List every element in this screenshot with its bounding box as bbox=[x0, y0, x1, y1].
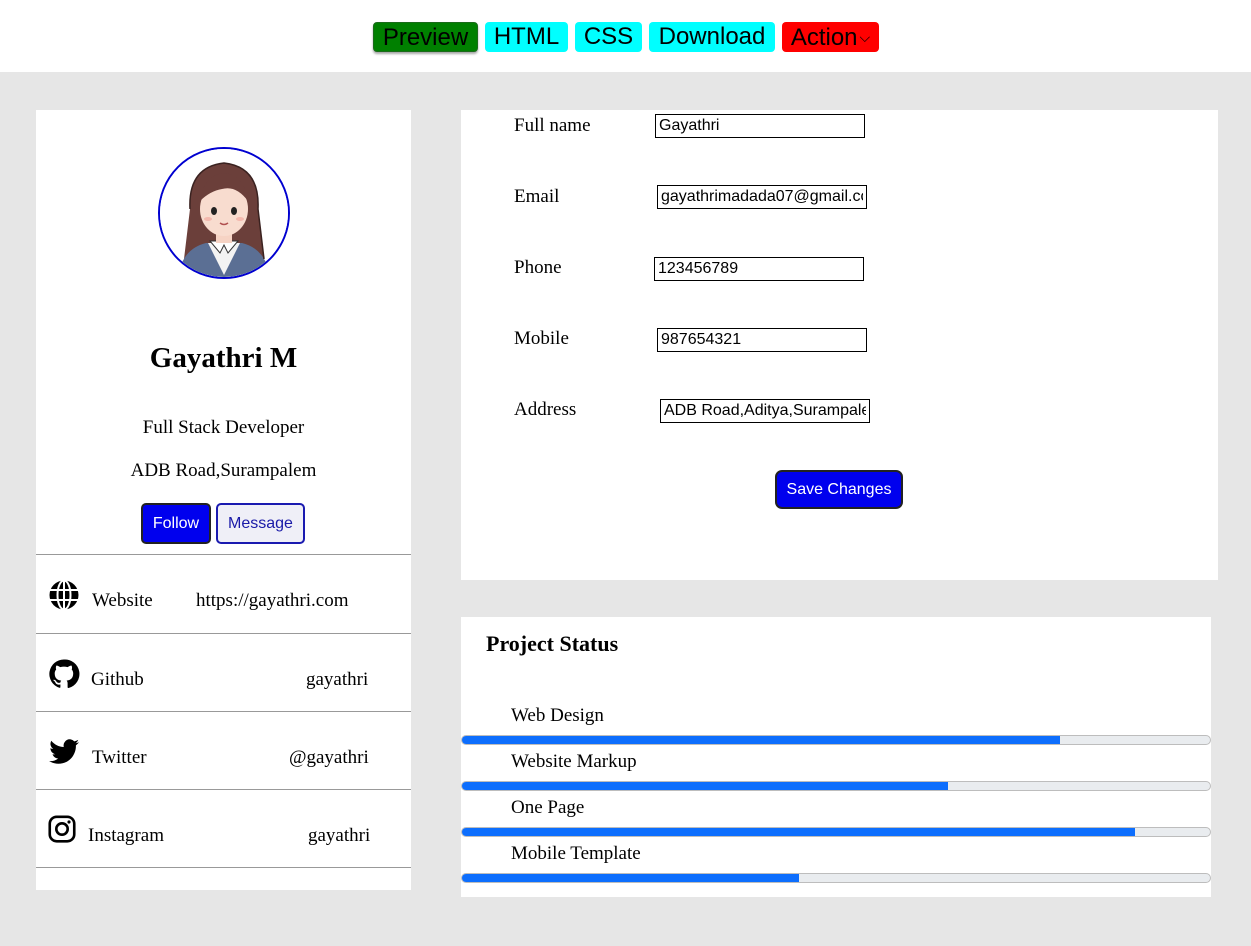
address-field[interactable] bbox=[660, 399, 870, 423]
profile-card: Gayathri M Full Stack Developer ADB Road… bbox=[36, 110, 411, 890]
social-label-github: Github bbox=[91, 669, 144, 690]
avatar bbox=[158, 147, 290, 279]
social-label-instagram: Instagram bbox=[88, 825, 164, 846]
progress-fill bbox=[462, 782, 949, 790]
project-label-website-markup: Website Markup bbox=[511, 751, 637, 772]
email-label: Email bbox=[514, 186, 560, 207]
action-dropdown[interactable]: Action ⌵ bbox=[782, 22, 879, 52]
progress-bar-mobile-template bbox=[461, 873, 1211, 883]
html-button[interactable]: HTML bbox=[485, 22, 568, 52]
save-changes-button[interactable]: Save Changes bbox=[775, 470, 903, 509]
globe-icon bbox=[49, 579, 79, 611]
github-icon bbox=[49, 659, 80, 689]
project-status-panel: Project Status Web Design Website Markup… bbox=[461, 617, 1211, 897]
profile-address: ADB Road,Surampalem bbox=[130, 460, 317, 481]
social-value-instagram[interactable]: gayathri bbox=[308, 825, 370, 847]
instagram-icon bbox=[48, 815, 76, 843]
progress-bar-one-page bbox=[461, 827, 1211, 837]
avatar-illustration bbox=[160, 149, 288, 277]
mobile-label: Mobile bbox=[514, 328, 569, 349]
social-row-divider bbox=[36, 867, 411, 946]
full-name-field[interactable] bbox=[655, 114, 865, 138]
action-label: Action bbox=[790, 24, 858, 51]
progress-bar-web-design bbox=[461, 735, 1211, 745]
project-label-one-page: One Page bbox=[511, 797, 585, 818]
chevron-down-icon: ⌵ bbox=[859, 29, 871, 45]
progress-fill bbox=[462, 828, 1136, 836]
download-button[interactable]: Download bbox=[649, 22, 775, 52]
social-value-website[interactable]: https://gayathri.com bbox=[196, 590, 349, 612]
social-row-github[interactable]: Github gayathri bbox=[36, 633, 411, 712]
css-button[interactable]: CSS bbox=[575, 22, 642, 52]
project-label-web-design: Web Design bbox=[511, 705, 604, 726]
progress-fill bbox=[462, 874, 799, 882]
twitter-icon bbox=[49, 739, 79, 764]
address-label: Address bbox=[514, 399, 577, 420]
progress-fill bbox=[462, 736, 1061, 744]
mobile-field[interactable] bbox=[657, 328, 867, 352]
social-label-twitter: Twitter bbox=[92, 747, 147, 768]
phone-label: Phone bbox=[514, 257, 562, 278]
project-label-mobile-template: Mobile Template bbox=[511, 843, 641, 864]
preview-button[interactable]: Preview bbox=[373, 22, 478, 52]
phone-field[interactable] bbox=[654, 257, 864, 281]
social-row-website[interactable]: Website https://gayathri.com bbox=[36, 554, 411, 633]
social-label-website: Website bbox=[92, 590, 153, 611]
social-row-twitter[interactable]: Twitter @gayathri bbox=[36, 711, 411, 790]
profile-name: Gayathri M bbox=[149, 342, 298, 374]
profile-form: Full name Email Phone Mobile Address Sav… bbox=[461, 110, 1218, 580]
top-toolbar: Preview HTML CSS Download Action ⌵ bbox=[0, 0, 1251, 72]
message-button[interactable]: Message bbox=[216, 503, 305, 544]
project-status-title: Project Status bbox=[486, 631, 619, 656]
progress-bar-website-markup bbox=[461, 781, 1211, 791]
email-field[interactable] bbox=[657, 185, 867, 209]
follow-button[interactable]: Follow bbox=[141, 503, 211, 544]
social-value-github[interactable]: gayathri bbox=[306, 669, 368, 691]
social-value-twitter[interactable]: @gayathri bbox=[289, 747, 369, 769]
social-row-instagram[interactable]: Instagram gayathri bbox=[36, 789, 411, 868]
full-name-label: Full name bbox=[514, 115, 591, 136]
profile-role: Full Stack Developer bbox=[142, 417, 305, 438]
